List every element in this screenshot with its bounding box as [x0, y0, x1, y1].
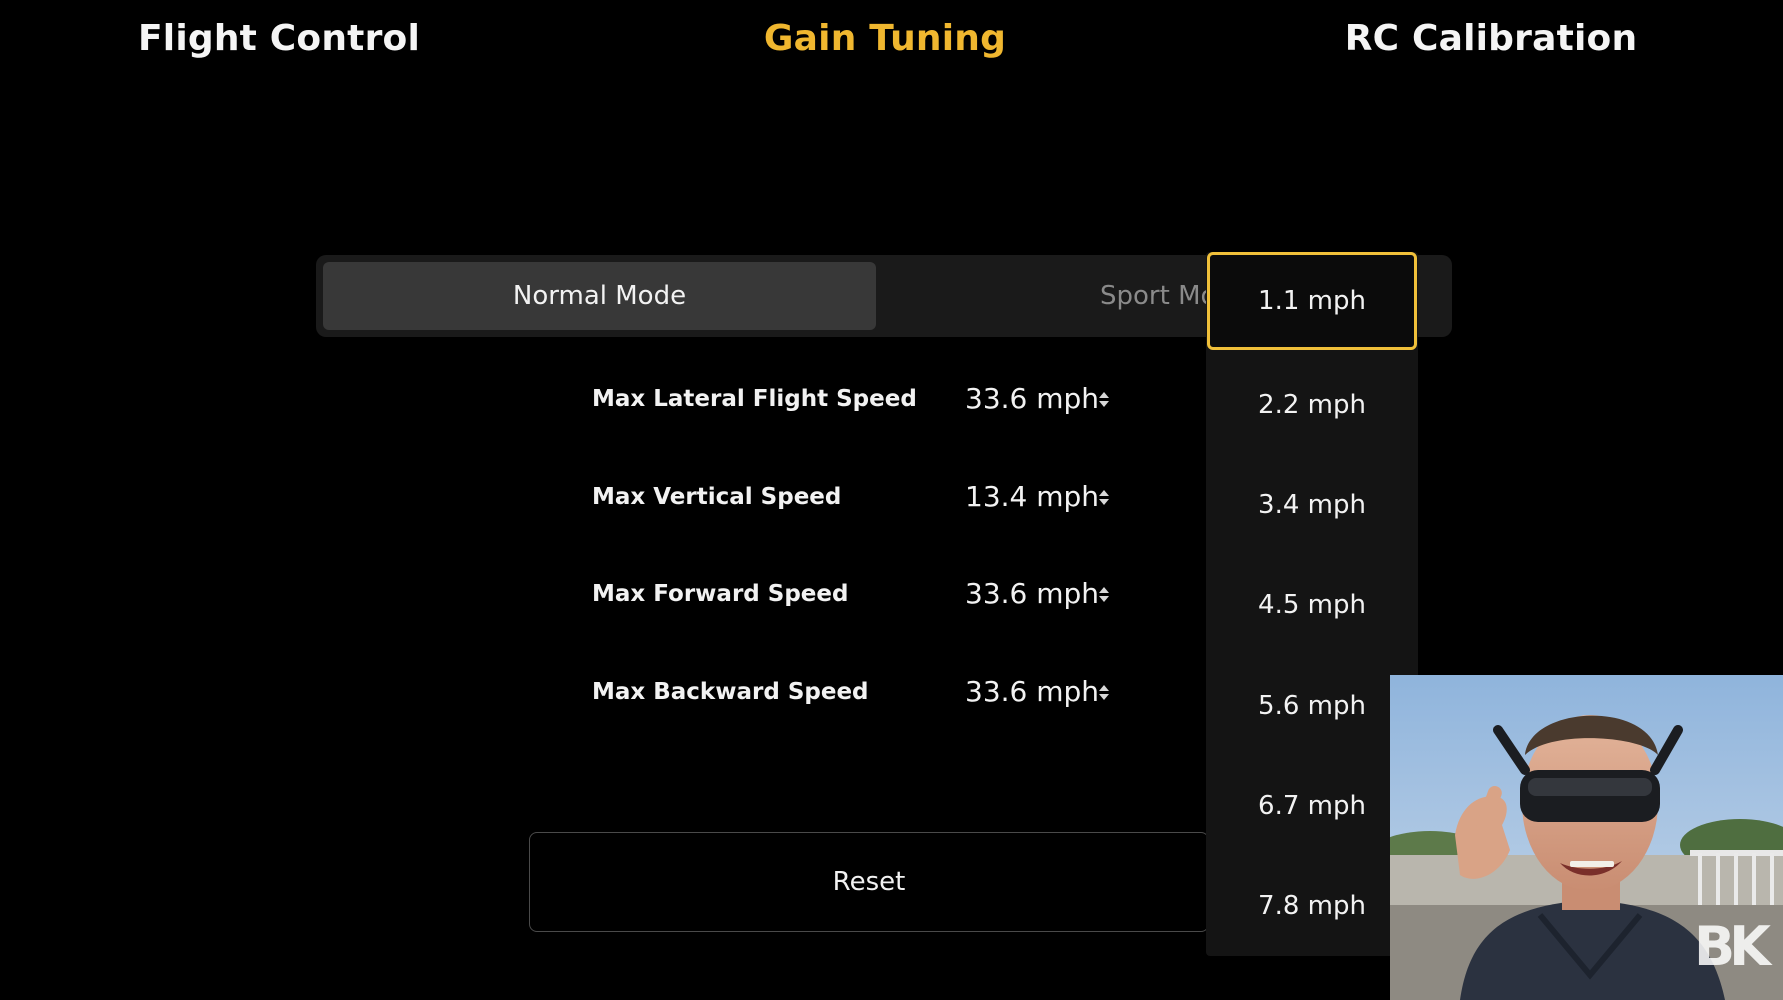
- tab-rc-calibration[interactable]: RC Calibration: [1345, 18, 1638, 59]
- gain-tuning-screen: Flight Control Gain Tuning RC Calibratio…: [0, 0, 1783, 1000]
- picker-option[interactable]: 5.6 mph: [1206, 666, 1418, 746]
- setting-label: Max Lateral Flight Speed: [592, 386, 917, 412]
- up-down-stepper-icon[interactable]: [1096, 484, 1112, 510]
- up-down-stepper-icon[interactable]: [1096, 679, 1112, 705]
- picker-option[interactable]: 6.7 mph: [1206, 766, 1418, 846]
- setting-row-max-vertical-speed: Max Vertical Speed 13.4 mph: [0, 470, 1200, 530]
- picker-option-selected[interactable]: 1.1 mph: [1207, 252, 1417, 350]
- up-down-stepper-icon[interactable]: [1096, 581, 1112, 607]
- tab-flight-control[interactable]: Flight Control: [138, 18, 420, 59]
- picker-option[interactable]: 4.5 mph: [1206, 565, 1418, 645]
- channel-logo: BK: [1693, 915, 1771, 978]
- picker-option[interactable]: 2.2 mph: [1206, 365, 1418, 445]
- setting-label: Max Vertical Speed: [592, 484, 842, 510]
- presenter-webcam-overlay: BK: [1390, 675, 1783, 1000]
- setting-label: Max Backward Speed: [592, 679, 869, 705]
- setting-value[interactable]: 33.6 mph: [965, 382, 1099, 415]
- picker-option[interactable]: 3.4 mph: [1206, 465, 1418, 545]
- setting-row-max-lateral-flight-speed: Max Lateral Flight Speed 33.6 mph: [0, 372, 1200, 432]
- mode-normal-button[interactable]: Normal Mode: [323, 262, 876, 330]
- tab-gain-tuning[interactable]: Gain Tuning: [764, 18, 1006, 59]
- setting-row-max-forward-speed: Max Forward Speed 33.6 mph: [0, 567, 1200, 627]
- setting-value[interactable]: 33.6 mph: [965, 675, 1099, 708]
- setting-row-max-backward-speed: Max Backward Speed 33.6 mph: [0, 665, 1200, 725]
- setting-value[interactable]: 33.6 mph: [965, 577, 1099, 610]
- setting-value[interactable]: 13.4 mph: [965, 480, 1099, 513]
- reset-button[interactable]: Reset: [529, 832, 1209, 932]
- speed-picker-dropdown: 1.1 mph 2.2 mph 3.4 mph 4.5 mph 5.6 mph …: [1206, 252, 1418, 956]
- picker-option[interactable]: 7.8 mph: [1206, 866, 1418, 946]
- up-down-stepper-icon[interactable]: [1096, 386, 1112, 412]
- setting-label: Max Forward Speed: [592, 581, 849, 607]
